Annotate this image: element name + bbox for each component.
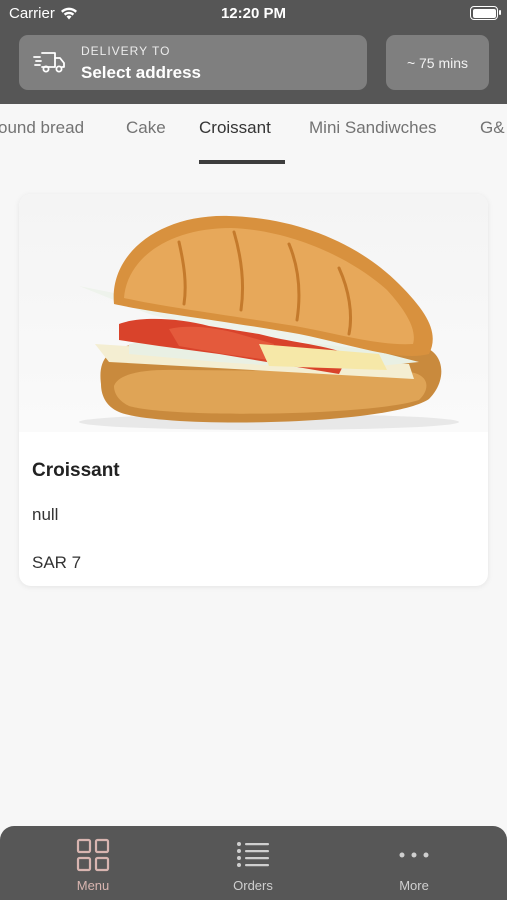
battery-icon [470, 6, 501, 20]
more-dots-icon [399, 852, 429, 858]
status-bar: Carrier 12:20 PM [0, 0, 507, 28]
nav-orders-label: Orders [233, 878, 273, 893]
active-tab-indicator [199, 160, 285, 164]
tab-round-bread[interactable]: ound bread [0, 118, 84, 138]
tab-cake[interactable]: Cake [126, 118, 166, 138]
nav-orders[interactable]: Orders [193, 838, 313, 893]
list-icon [237, 842, 269, 867]
product-card[interactable]: Croissant null SAR 7 [19, 194, 488, 586]
nav-more-label: More [399, 878, 429, 893]
status-time: 12:20 PM [220, 5, 287, 22]
product-description: null [32, 505, 59, 524]
delivery-truck-icon [33, 52, 65, 73]
bottom-navigation: Menu Orders More [0, 826, 507, 900]
nav-menu[interactable]: Menu [33, 838, 153, 893]
grid-icon [76, 838, 110, 872]
delivery-eta-button[interactable]: ~ 75 mins [386, 35, 489, 90]
eta-label: ~ 75 mins [406, 54, 469, 71]
tab-croissant[interactable]: Croissant [199, 118, 271, 138]
tab-mini-sandwiches[interactable]: Mini Sandiwches [309, 118, 437, 138]
delivery-address-value: Select address [81, 63, 202, 82]
product-title: Croissant [32, 460, 120, 481]
app-header: Carrier 12:20 PM DELIVERY TO Select addr… [0, 0, 507, 104]
nav-more[interactable]: More [354, 838, 474, 893]
nav-menu-label: Menu [76, 878, 110, 893]
tab-g-and[interactable]: G& [480, 118, 505, 138]
category-tabs: ound bread Cake Croissant Mini Sandiwche… [0, 104, 507, 166]
delivery-address-selector[interactable]: DELIVERY TO Select address [19, 35, 367, 90]
product-image [19, 194, 488, 432]
product-price: SAR 7 [32, 553, 82, 572]
delivery-label: DELIVERY TO [81, 44, 171, 58]
